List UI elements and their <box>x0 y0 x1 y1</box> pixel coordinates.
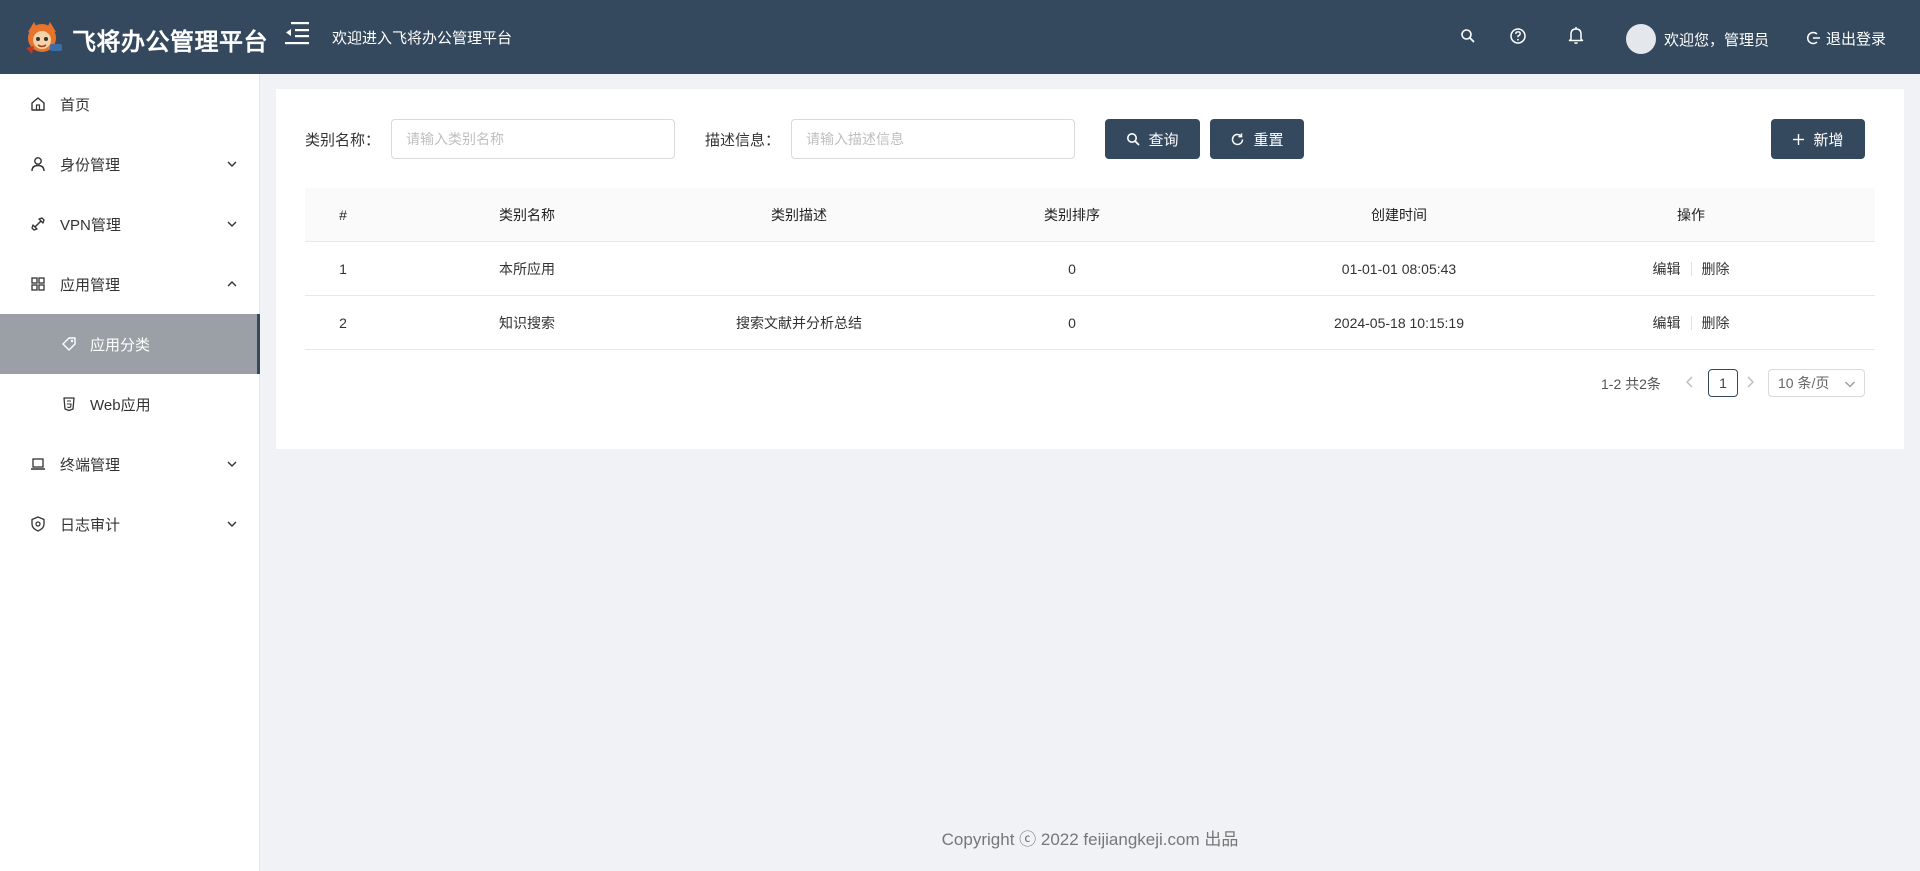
created-time: 2024-05-18 10:15:19 <box>1334 314 1464 331</box>
row-index: 1 <box>339 260 347 277</box>
html5-icon <box>63 397 75 412</box>
chevron-down-icon <box>227 461 237 467</box>
laptop-icon <box>31 458 45 470</box>
row-index: 2 <box>339 314 347 331</box>
sidebar-item-label: VPN管理 <box>60 216 121 234</box>
category-sort: 0 <box>1068 314 1076 331</box>
column-header: 操作 <box>1677 206 1705 223</box>
help-icon[interactable] <box>1508 26 1528 46</box>
welcome-message: 欢迎进入飞将办公管理平台 <box>332 30 513 47</box>
page-size-value: 10 条/页 <box>1778 375 1830 391</box>
logout-icon <box>1806 31 1820 45</box>
logout-button[interactable]: 退出登录 <box>1806 26 1886 50</box>
avatar[interactable] <box>1626 24 1656 54</box>
search-icon <box>1127 133 1140 146</box>
column-header: 类别排序 <box>1044 206 1100 223</box>
sidebar-item-label: 身份管理 <box>60 156 121 174</box>
description-label: 描述信息： <box>705 132 781 149</box>
row-actions: 编辑 删除 <box>1631 242 1751 295</box>
table-row: 1 本所应用 0 01-01-01 08:05:43 编辑 删除 <box>305 242 1875 296</box>
copyright-footer: Copyright ⓒ 2022 feijiangkeji.com 出品 <box>941 830 1239 849</box>
chevron-down-icon <box>227 161 237 167</box>
menu-fold-icon[interactable] <box>283 20 311 46</box>
bell-icon[interactable] <box>1566 25 1586 45</box>
page-number[interactable]: 1 <box>1708 369 1738 397</box>
chevron-down-icon <box>227 521 237 527</box>
category-description <box>699 242 899 295</box>
reset-button-label: 重置 <box>1253 131 1284 149</box>
category-name-input[interactable] <box>391 119 675 159</box>
logout-label: 退出登录 <box>1826 30 1887 48</box>
sidebar-item-home[interactable]: 首页 <box>0 74 260 134</box>
user-greeting[interactable]: 欢迎您，管理员 <box>1664 29 1769 50</box>
sidebar-item-label: 应用管理 <box>60 276 121 294</box>
sidebar: 首页 身份管理 VPN管理 应用管理 应用分类 Web应用 终端管理 日志审计 <box>0 74 260 871</box>
table-header: # 类别名称 类别描述 类别排序 创建时间 操作 <box>305 188 1875 242</box>
reload-icon <box>1232 133 1244 145</box>
sidebar-item-label: 日志审计 <box>60 516 121 534</box>
add-button-label: 新增 <box>1813 131 1844 149</box>
action-divider <box>1690 261 1692 276</box>
user-icon <box>31 157 45 172</box>
top-header: 飞将办公管理平台 欢迎进入飞将办公管理平台 欢迎您，管理员 退出登录 <box>0 0 1920 74</box>
sidebar-item-apps[interactable]: 应用管理 <box>0 254 260 314</box>
table-row: 2 知识搜索 搜索文献并分析总结 0 2024-05-18 10:15:19 编… <box>305 296 1875 350</box>
chevron-down-icon <box>227 221 237 227</box>
category-name: 本所应用 <box>499 260 555 277</box>
home-icon <box>31 97 45 111</box>
description-input[interactable] <box>791 119 1075 159</box>
category-name: 知识搜索 <box>499 314 555 331</box>
logo-icon <box>26 22 62 54</box>
column-header: # <box>339 206 347 223</box>
add-button[interactable]: 新增 <box>1771 119 1865 159</box>
sidebar-item-label: 首页 <box>60 96 91 114</box>
query-button-label: 查询 <box>1148 131 1179 149</box>
sidebar-item-app-category[interactable]: 应用分类 <box>0 314 260 374</box>
sidebar-item-audit[interactable]: 日志审计 <box>0 494 260 554</box>
query-button[interactable]: 查询 <box>1105 119 1200 159</box>
delete-link[interactable]: 删除 <box>1702 313 1730 333</box>
category-name-label: 类别名称： <box>305 132 381 149</box>
sidebar-item-label: 终端管理 <box>60 456 121 474</box>
category-description: 搜索文献并分析总结 <box>736 314 862 331</box>
sidebar-item-vpn[interactable]: VPN管理 <box>0 194 260 254</box>
sidebar-item-label: Web应用 <box>90 396 151 414</box>
reset-button[interactable]: 重置 <box>1210 119 1304 159</box>
sidebar-item-terminal[interactable]: 终端管理 <box>0 434 260 494</box>
edit-link[interactable]: 编辑 <box>1653 259 1681 279</box>
prev-page-icon[interactable] <box>1682 374 1698 390</box>
pagination-total: 1-2 共2条 <box>1601 376 1661 392</box>
created-time: 01-01-01 08:05:43 <box>1341 260 1457 277</box>
grid-icon <box>31 277 45 291</box>
sidebar-item-web-apps[interactable]: Web应用 <box>0 374 260 434</box>
page-size-select[interactable]: 10 条/页 <box>1768 369 1865 397</box>
edit-link[interactable]: 编辑 <box>1653 313 1681 333</box>
vpn-icon <box>31 217 45 231</box>
shield-icon <box>31 516 45 532</box>
column-header: 类别描述 <box>771 206 827 223</box>
delete-link[interactable]: 删除 <box>1702 259 1730 279</box>
column-header: 类别名称 <box>499 206 555 223</box>
tag-icon <box>62 337 76 351</box>
chevron-down-icon <box>1845 381 1855 388</box>
category-table: # 类别名称 类别描述 类别排序 创建时间 操作 1 本所应用 0 01-01-… <box>305 188 1875 350</box>
next-page-icon[interactable] <box>1742 374 1758 390</box>
plus-icon <box>1793 133 1805 145</box>
category-sort: 0 <box>1068 260 1076 277</box>
search-icon[interactable] <box>1458 26 1478 46</box>
action-divider <box>1690 315 1692 330</box>
app-title: 飞将办公管理平台 <box>72 29 268 56</box>
chevron-up-icon <box>227 281 237 287</box>
sidebar-item-identity[interactable]: 身份管理 <box>0 134 260 194</box>
column-header: 创建时间 <box>1371 206 1427 223</box>
row-actions: 编辑 删除 <box>1631 296 1751 349</box>
sidebar-item-label: 应用分类 <box>90 336 151 354</box>
